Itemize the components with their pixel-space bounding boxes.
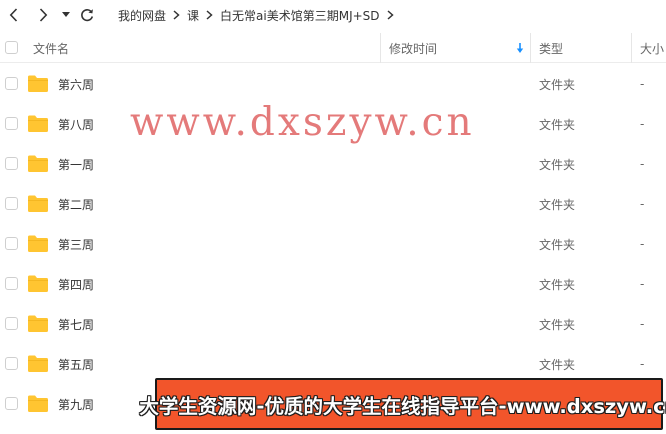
file-type: 文件夹 (539, 157, 576, 172)
sort-down-arrow-icon[interactable] (516, 33, 524, 63)
file-name[interactable]: 第四周 (58, 264, 94, 304)
file-type: 文件夹 (539, 237, 576, 252)
file-size: - (640, 197, 645, 211)
file-list-header: 文件名 修改时间 类型 大小 (0, 33, 666, 63)
folder-icon (28, 275, 48, 292)
row-checkbox[interactable] (5, 117, 18, 130)
file-row[interactable]: 第一周 文件夹 - (0, 144, 666, 184)
row-checkbox[interactable] (5, 317, 18, 330)
breadcrumb-item-my-drive[interactable]: 我的网盘 (118, 7, 166, 24)
file-type: 文件夹 (539, 277, 576, 292)
row-checkbox[interactable] (5, 237, 18, 250)
column-header-size[interactable]: 大小 (640, 33, 664, 63)
column-header-type[interactable]: 类型 (539, 33, 563, 63)
row-checkbox[interactable] (5, 77, 18, 90)
select-all-checkbox[interactable] (5, 41, 18, 54)
folder-icon (28, 315, 48, 332)
file-name[interactable]: 第二周 (58, 184, 94, 224)
chevron-right-icon (39, 8, 47, 22)
folder-icon (28, 155, 48, 172)
file-row[interactable]: 第七周 文件夹 - (0, 304, 666, 344)
file-size: - (640, 277, 645, 291)
column-divider[interactable] (530, 33, 531, 63)
file-row[interactable]: 第四周 文件夹 - (0, 264, 666, 304)
chevron-right-icon (173, 10, 180, 20)
row-checkbox[interactable] (5, 397, 18, 410)
file-size: - (640, 237, 645, 251)
file-row[interactable]: 第八周 文件夹 - (0, 104, 666, 144)
file-row[interactable]: 第三周 文件夹 - (0, 224, 666, 264)
file-name[interactable]: 第五周 (58, 344, 94, 384)
file-row[interactable]: 第六周 文件夹 - (0, 64, 666, 104)
chevron-right-icon[interactable] (387, 10, 394, 20)
file-type: 文件夹 (539, 77, 576, 92)
chevron-left-icon (9, 8, 17, 22)
folder-icon (28, 115, 48, 132)
promo-banner: 大学生资源网-优质的大学生在线指导平台-www.dxszyw.cn (139, 378, 666, 430)
row-checkbox[interactable] (5, 277, 18, 290)
refresh-button[interactable] (78, 4, 96, 26)
back-button[interactable] (4, 4, 22, 26)
row-checkbox[interactable] (5, 357, 18, 370)
folder-icon (28, 355, 48, 372)
folder-icon (28, 75, 48, 92)
forward-button[interactable] (34, 4, 52, 26)
column-header-name[interactable]: 文件名 (33, 33, 69, 63)
column-divider[interactable] (631, 33, 632, 63)
promo-banner-text: 大学生资源网-优质的大学生在线指导平台-www.dxszyw.cn (139, 394, 666, 418)
breadcrumb-item-current-folder[interactable]: 白无常ai美术馆第三期MJ+SD (220, 7, 380, 24)
file-name[interactable]: 第六周 (58, 64, 94, 104)
folder-icon (28, 195, 48, 212)
column-divider[interactable] (380, 33, 381, 63)
row-checkbox[interactable] (5, 157, 18, 170)
chevron-right-icon (206, 10, 213, 20)
file-name[interactable]: 第三周 (58, 224, 94, 264)
refresh-icon (81, 9, 94, 22)
file-size: - (640, 77, 645, 91)
file-type: 文件夹 (539, 317, 576, 332)
file-name[interactable]: 第八周 (58, 104, 94, 144)
file-type: 文件夹 (539, 197, 576, 212)
folder-icon (28, 395, 48, 412)
file-row[interactable]: 第二周 文件夹 - (0, 184, 666, 224)
row-checkbox[interactable] (5, 197, 18, 210)
file-size: - (640, 317, 645, 331)
breadcrumb-item-course[interactable]: 课 (187, 7, 199, 24)
file-type: 文件夹 (539, 117, 576, 132)
file-name[interactable]: 第九周 (58, 384, 94, 424)
file-size: - (640, 157, 645, 171)
file-name[interactable]: 第七周 (58, 304, 94, 344)
navigation-bar: 我的网盘 课 白无常ai美术馆第三期MJ+SD (0, 0, 666, 30)
file-name[interactable]: 第一周 (58, 144, 94, 184)
file-size: - (640, 117, 645, 131)
caret-down-icon (62, 12, 70, 17)
column-header-modified[interactable]: 修改时间 (389, 33, 437, 63)
breadcrumb: 我的网盘 课 白无常ai美术馆第三期MJ+SD (118, 0, 401, 30)
history-dropdown-button[interactable] (60, 4, 72, 26)
folder-icon (28, 235, 48, 252)
